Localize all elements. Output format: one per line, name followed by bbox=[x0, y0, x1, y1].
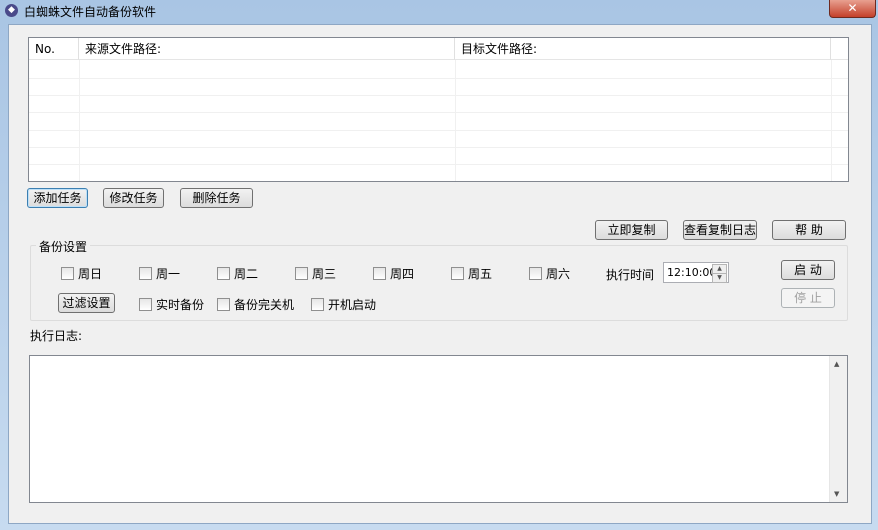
checkbox-label: 周二 bbox=[234, 267, 259, 281]
checkbox-box[interactable] bbox=[61, 267, 74, 280]
spin-down-icon[interactable]: ▼ bbox=[712, 273, 727, 283]
checkbox-wednesday[interactable]: 周三 bbox=[295, 265, 336, 282]
checkbox-box[interactable] bbox=[139, 298, 152, 311]
checkbox-label: 周一 bbox=[156, 267, 181, 281]
checkbox-label: 周四 bbox=[390, 267, 415, 281]
log-label: 执行日志: bbox=[30, 329, 83, 343]
app-window: ◆ 白蜘蛛文件自动备份软件 ✕ No. 来源文件路径: 目标文件路径: 添加任务… bbox=[0, 0, 878, 530]
column-header-target[interactable]: 目标文件路径: bbox=[455, 38, 831, 60]
log-scrollbar[interactable]: ▲ ▼ bbox=[829, 356, 847, 502]
checkbox-box[interactable] bbox=[311, 298, 324, 311]
execute-time-spinner[interactable]: 12:10:00 ▲ ▼ bbox=[663, 262, 729, 283]
checkbox-sunday[interactable]: 周日 bbox=[61, 265, 102, 282]
window-title: 白蜘蛛文件自动备份软件 bbox=[24, 5, 157, 19]
help-button[interactable]: 帮 助 bbox=[772, 220, 846, 240]
checkbox-realtime-backup[interactable]: 实时备份 bbox=[139, 296, 204, 313]
checkbox-label: 开机启动 bbox=[328, 298, 377, 312]
checkbox-label: 周日 bbox=[78, 267, 103, 281]
execute-time-label: 执行时间 bbox=[606, 268, 655, 282]
close-button[interactable]: ✕ bbox=[829, 0, 876, 18]
log-textarea[interactable]: ▲ ▼ bbox=[29, 355, 848, 503]
checkbox-box[interactable] bbox=[139, 267, 152, 280]
column-header-filler bbox=[831, 38, 848, 60]
checkbox-box[interactable] bbox=[217, 267, 230, 280]
client-area: No. 来源文件路径: 目标文件路径: 添加任务 修改任务 删除任务 立即复制 … bbox=[8, 24, 872, 524]
checkbox-label: 备份完关机 bbox=[234, 298, 295, 312]
copy-now-button[interactable]: 立即复制 bbox=[595, 220, 668, 240]
checkbox-thursday[interactable]: 周四 bbox=[373, 265, 414, 282]
grid-line bbox=[29, 147, 848, 148]
delete-task-button[interactable]: 删除任务 bbox=[180, 188, 253, 208]
checkbox-label: 周六 bbox=[546, 267, 571, 281]
checkbox-box[interactable] bbox=[295, 267, 308, 280]
checkbox-start-on-boot[interactable]: 开机启动 bbox=[311, 296, 376, 313]
checkbox-box[interactable] bbox=[217, 298, 230, 311]
column-header-source[interactable]: 来源文件路径: bbox=[79, 38, 455, 60]
grid-line bbox=[29, 78, 848, 79]
grid-line bbox=[29, 95, 848, 96]
checkbox-friday[interactable]: 周五 bbox=[451, 265, 492, 282]
start-button[interactable]: 启 动 bbox=[781, 260, 835, 280]
checkbox-label: 实时备份 bbox=[156, 298, 205, 312]
checkbox-label: 周三 bbox=[312, 267, 337, 281]
view-copy-log-button[interactable]: 查看复制日志 bbox=[683, 220, 757, 240]
title-bar[interactable]: ◆ 白蜘蛛文件自动备份软件 ✕ bbox=[0, 0, 878, 22]
time-value[interactable]: 12:10:00 bbox=[667, 266, 716, 279]
grid-line bbox=[29, 164, 848, 165]
scroll-up-icon[interactable]: ▲ bbox=[834, 360, 839, 368]
checkbox-box[interactable] bbox=[373, 267, 386, 280]
grid-line bbox=[29, 130, 848, 131]
app-icon: ◆ bbox=[5, 4, 18, 17]
backup-settings-title: 备份设置 bbox=[36, 238, 91, 255]
checkbox-monday[interactable]: 周一 bbox=[139, 265, 180, 282]
checkbox-box[interactable] bbox=[451, 267, 464, 280]
stop-button[interactable]: 停 止 bbox=[781, 288, 835, 308]
edit-task-button[interactable]: 修改任务 bbox=[103, 188, 164, 208]
checkbox-saturday[interactable]: 周六 bbox=[529, 265, 570, 282]
checkbox-box[interactable] bbox=[529, 267, 542, 280]
checkbox-tuesday[interactable]: 周二 bbox=[217, 265, 258, 282]
task-table[interactable]: No. 来源文件路径: 目标文件路径: bbox=[28, 37, 849, 182]
checkbox-shutdown-after-backup[interactable]: 备份完关机 bbox=[217, 296, 294, 313]
checkbox-label: 周五 bbox=[468, 267, 493, 281]
column-header-no[interactable]: No. bbox=[29, 38, 79, 60]
grid-line bbox=[29, 112, 848, 113]
add-task-button[interactable]: 添加任务 bbox=[27, 188, 88, 208]
scroll-down-icon[interactable]: ▼ bbox=[834, 490, 839, 498]
filter-settings-button[interactable]: 过滤设置 bbox=[58, 293, 115, 313]
